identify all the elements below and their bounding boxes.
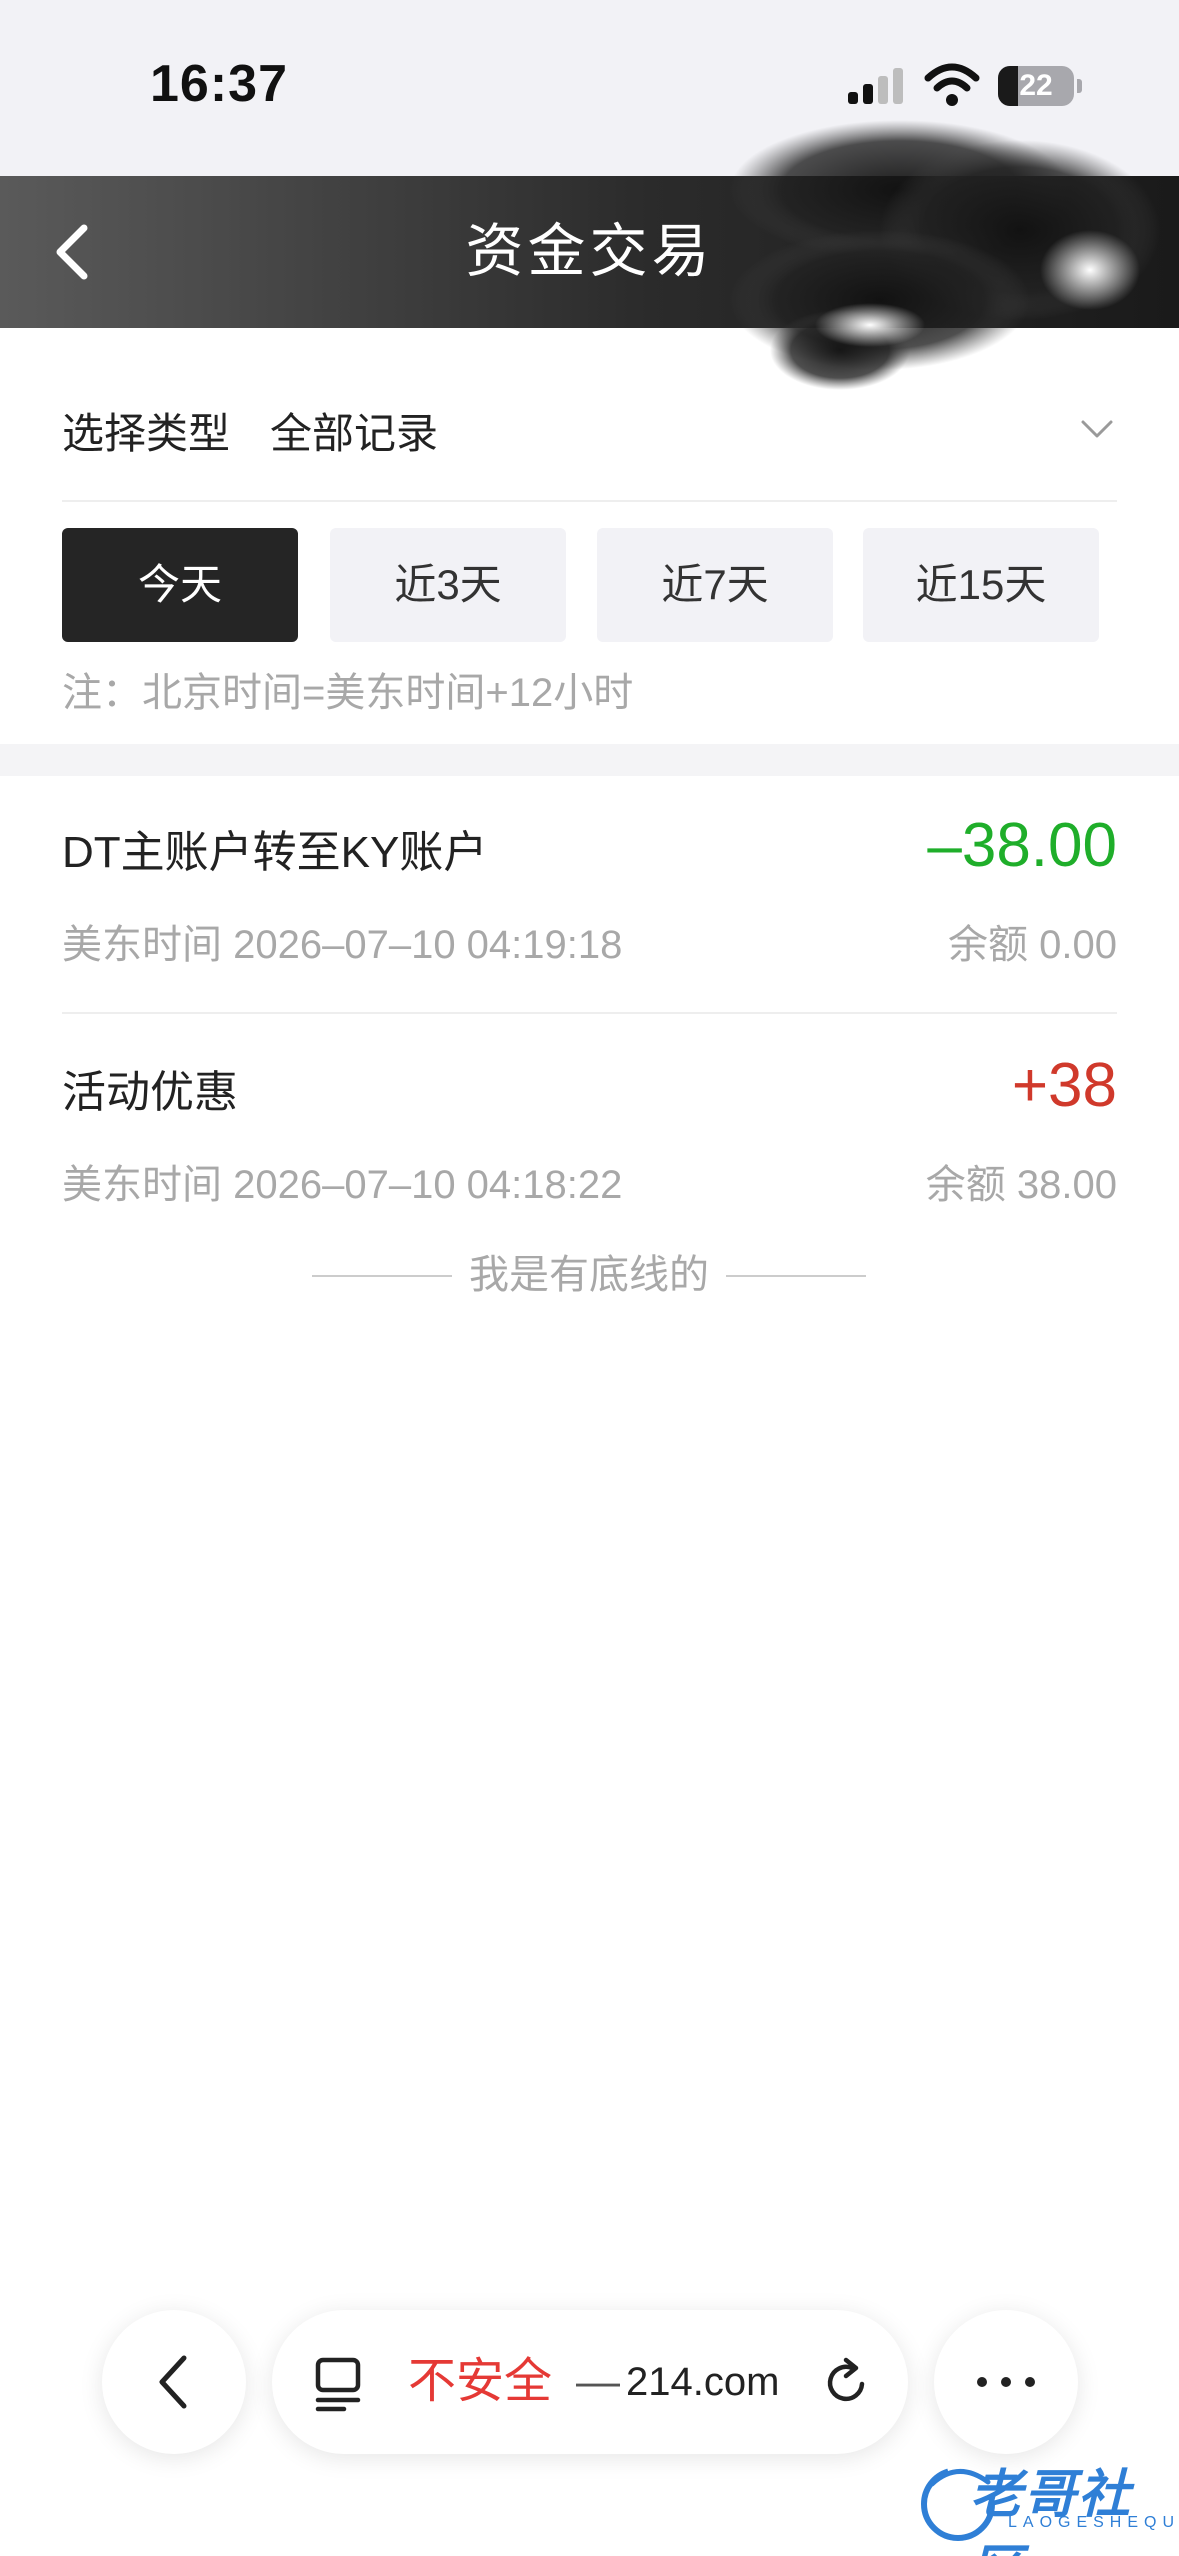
watermark-subtext: LAOGESHEQU — [1008, 2514, 1179, 2531]
tab-overview-icon — [315, 2357, 361, 2412]
status-bar: 16:37 22 — [0, 0, 1179, 176]
reload-icon[interactable] — [818, 2354, 874, 2410]
chevron-down-icon — [1081, 420, 1113, 438]
battery-cap — [1077, 79, 1082, 93]
browser-back-button[interactable] — [102, 2310, 246, 2454]
wifi-icon — [924, 63, 980, 106]
section-divider — [0, 744, 1179, 776]
transaction-time: 美东时间 2026–07–10 04:18:22 — [62, 1163, 623, 1207]
date-range-tabs: 今天 近3天 近7天 近15天 — [62, 528, 1117, 642]
transaction-title: DT主账户转至KY账户 — [62, 828, 488, 877]
transaction-row[interactable]: DT主账户转至KY账户 –38.00 美东时间 2026–07–10 04:19… — [62, 776, 1117, 1014]
cellular-signal-icon — [848, 68, 903, 104]
transaction-time: 美东时间 2026–07–10 04:19:18 — [62, 923, 623, 967]
watermark: 老哥社区 LAOGESHEQU — [912, 2450, 1174, 2556]
transaction-amount: –38.00 — [927, 811, 1117, 880]
page-title: 资金交易 — [465, 219, 714, 284]
battery-indicator: 22 — [998, 66, 1082, 106]
tab-15-days[interactable]: 近15天 — [863, 528, 1099, 642]
more-options-button[interactable] — [934, 2310, 1078, 2454]
tab-3-days[interactable]: 近3天 — [330, 528, 566, 642]
end-of-list-text: 我是有底线的 — [467, 1253, 711, 1297]
tab-7-days[interactable]: 近7天 — [597, 528, 833, 642]
type-selector-value: 全部记录 — [270, 410, 439, 457]
type-selector-label: 选择类型 — [62, 410, 231, 457]
back-button[interactable] — [28, 206, 120, 298]
chevron-left-icon — [56, 224, 88, 280]
url-text: 214.com — [626, 2360, 780, 2404]
transaction-balance: 余额 38.00 — [925, 1163, 1117, 1207]
transaction-amount: +38 — [1011, 1051, 1117, 1120]
transaction-balance: 余额 0.00 — [948, 923, 1117, 967]
address-bar[interactable]: 不安全 — 214.com — [272, 2310, 908, 2454]
security-warning: 不安全 — [408, 2355, 553, 2408]
status-time: 16:37 — [150, 55, 288, 113]
watermark-text: 老哥社区 — [970, 2466, 1133, 2556]
end-of-list: 我是有底线的 — [312, 1248, 866, 1302]
chevron-left-icon — [159, 2355, 187, 2409]
screen: 16:37 22 资金交易 选择类型 全部记录 今天 近3天 近7天 近15天 … — [0, 0, 1179, 2556]
transaction-title: 活动优惠 — [62, 1068, 238, 1117]
url-separator: — — [576, 2357, 620, 2406]
timezone-note: 注：北京时间=美东时间+12小时 — [62, 671, 634, 715]
nav-header: 资金交易 — [0, 176, 1179, 328]
battery-percent: 22 — [1019, 69, 1053, 102]
more-icon — [977, 2377, 1035, 2387]
transaction-row[interactable]: 活动优惠 +38 美东时间 2026–07–10 04:18:22 余额 38.… — [62, 1016, 1117, 1254]
tab-today[interactable]: 今天 — [62, 528, 298, 642]
type-selector[interactable]: 选择类型 全部记录 — [62, 358, 1117, 502]
